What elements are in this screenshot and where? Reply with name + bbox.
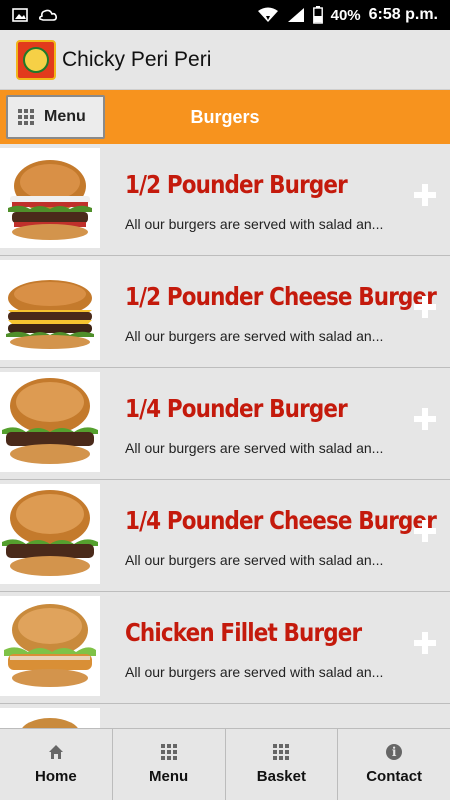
- item-description: All our burgers are served with salad an…: [125, 664, 384, 680]
- burger-image: [0, 372, 100, 472]
- add-icon[interactable]: [414, 632, 436, 654]
- nav-menu-label: Menu: [149, 768, 189, 785]
- signal-icon: [287, 8, 304, 22]
- item-description: All our burgers are served with salad an…: [125, 552, 384, 568]
- bottom-nav: Home Menu Basket i Contact: [0, 728, 450, 800]
- item-name: 1/2 Pounder Burger: [125, 170, 348, 199]
- burger-image: [0, 708, 100, 728]
- status-bar: 40% 6:58 p.m.: [0, 0, 450, 30]
- grid-icon: [18, 109, 34, 125]
- battery-percent: 40%: [330, 6, 361, 24]
- nav-home-label: Home: [35, 768, 77, 785]
- image-icon: [12, 8, 28, 22]
- info-icon: i: [386, 744, 403, 760]
- cheese-burger-image: [0, 260, 100, 360]
- grid-icon: [160, 744, 177, 760]
- list-item[interactable]: Chicken Fillet Burger All our burgers ar…: [0, 592, 450, 704]
- list-item[interactable]: 1/4 Pounder Cheese Burger All our burger…: [0, 480, 450, 592]
- clock: 6:58 p.m.: [368, 6, 438, 23]
- item-name: Chicken Fillet Burger: [125, 618, 362, 647]
- burger-image: [0, 148, 100, 248]
- nav-menu[interactable]: Menu: [113, 729, 226, 800]
- app-logo: [16, 39, 56, 80]
- chicken-burger-image: [0, 596, 100, 696]
- app-title: Chicky Peri Peri: [62, 47, 212, 71]
- item-name: 1/2 Pounder Cheese Burger: [125, 282, 437, 311]
- list-item[interactable]: 1/4 Pounder Burger All our burgers are s…: [0, 368, 450, 480]
- app-bar: Chicky Peri Peri: [0, 30, 450, 90]
- item-description: All our burgers are served with salad an…: [125, 328, 384, 344]
- item-name: 1/4 Pounder Burger: [125, 394, 348, 423]
- home-icon: [48, 744, 64, 760]
- category-bar: Burgers Menu: [0, 90, 450, 144]
- nav-basket[interactable]: Basket: [226, 729, 339, 800]
- item-description: All our burgers are served with salad an…: [125, 440, 384, 456]
- item-list[interactable]: 1/2 Pounder Burger All our burgers are s…: [0, 144, 450, 728]
- list-item[interactable]: [0, 704, 450, 728]
- nav-contact[interactable]: i Contact: [338, 729, 450, 800]
- battery-icon: [312, 6, 323, 24]
- list-item[interactable]: 1/2 Pounder Burger All our burgers are s…: [0, 144, 450, 256]
- nav-contact-label: Contact: [366, 768, 423, 785]
- grid-icon: [273, 744, 290, 760]
- item-description: All our burgers are served with salad an…: [125, 216, 384, 232]
- list-item[interactable]: 1/2 Pounder Cheese Burger All our burger…: [0, 256, 450, 368]
- menu-button-label: Menu: [44, 108, 86, 125]
- cloud-icon: [38, 9, 57, 21]
- add-icon[interactable]: [414, 408, 436, 430]
- add-icon[interactable]: [414, 184, 436, 206]
- nav-basket-label: Basket: [256, 768, 306, 785]
- wifi-icon: [257, 7, 278, 22]
- item-name: 1/4 Pounder Cheese Burger: [125, 506, 437, 535]
- add-icon[interactable]: [414, 296, 436, 318]
- burger-image: [0, 484, 100, 584]
- nav-home[interactable]: Home: [0, 729, 113, 800]
- menu-button[interactable]: Menu: [6, 95, 105, 139]
- add-icon[interactable]: [414, 520, 436, 542]
